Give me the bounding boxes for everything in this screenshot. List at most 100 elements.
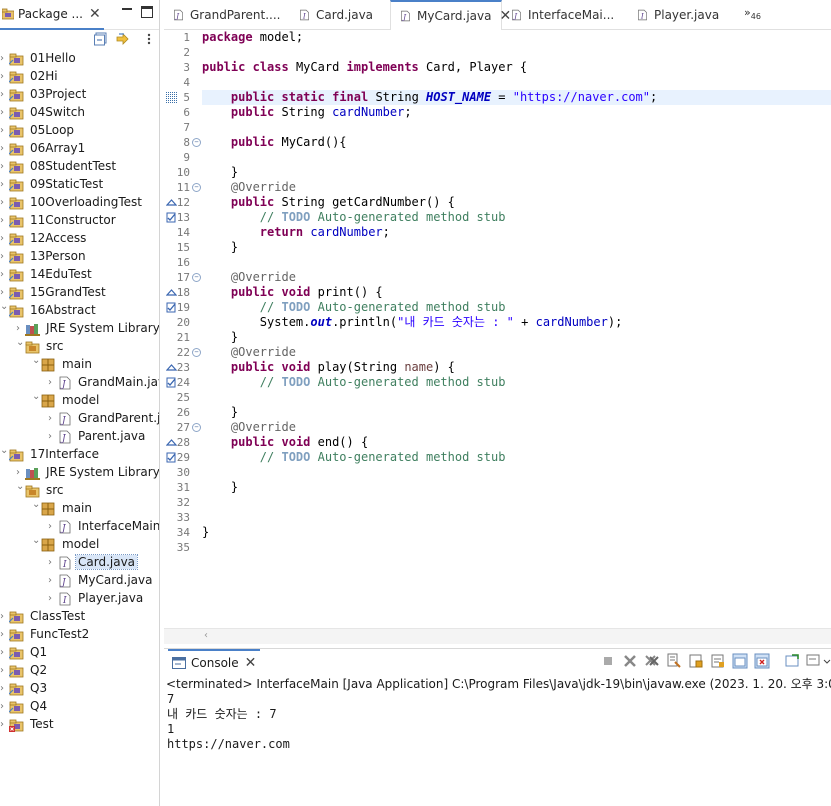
scroll-lock-icon[interactable] (688, 653, 704, 669)
code-line[interactable]: } (202, 240, 831, 255)
code-line[interactable]: } (202, 480, 831, 495)
chevron-right-icon[interactable]: › (0, 234, 8, 244)
chevron-right-icon[interactable]: › (0, 288, 8, 298)
chevron-right-icon[interactable]: › (0, 198, 8, 208)
terminate-icon[interactable] (600, 653, 616, 669)
code-line[interactable] (202, 510, 831, 525)
code-line[interactable]: @Override (202, 345, 831, 360)
chevron-down-icon[interactable]: ⌄ (32, 356, 40, 366)
tree-item-14edutest[interactable]: › 14EduTest (0, 266, 159, 284)
word-wrap-icon[interactable] (710, 653, 726, 669)
editor-horizontal-scrollbar[interactable]: ‹ (164, 628, 831, 644)
tree-item-grandmain-java[interactable]: ›J GrandMain.java (0, 374, 159, 392)
chevron-right-icon[interactable]: › (0, 666, 8, 676)
code-line[interactable]: // TODO Auto-generated method stub (202, 450, 831, 465)
code-line[interactable]: public String getCardNumber() { (202, 195, 831, 210)
chevron-right-icon[interactable]: › (0, 108, 8, 118)
tree-item-03project[interactable]: › 03Project (0, 86, 159, 104)
override-marker-icon[interactable] (166, 287, 177, 298)
chevron-right-icon[interactable]: › (48, 414, 56, 424)
code-line[interactable]: // TODO Auto-generated method stub (202, 375, 831, 390)
code-line[interactable]: } (202, 330, 831, 345)
chevron-right-icon[interactable]: › (0, 702, 8, 712)
task-marker-icon[interactable] (166, 452, 177, 463)
code-line[interactable] (202, 495, 831, 510)
tree-item-10overloadingtest[interactable]: › 10OverloadingTest (0, 194, 159, 212)
tree-item-main[interactable]: ⌄ main (0, 356, 159, 374)
chevron-down-icon[interactable]: ⌄ (32, 536, 40, 546)
chevron-right-icon[interactable]: › (16, 324, 24, 334)
task-marker-icon[interactable] (166, 377, 177, 388)
tree-item-functest2[interactable]: › FuncTest2 (0, 626, 159, 644)
display-console-icon[interactable] (806, 653, 822, 669)
tree-item-model[interactable]: ⌄ model (0, 392, 159, 410)
chevron-right-icon[interactable]: › (48, 594, 56, 604)
chevron-right-icon[interactable]: › (0, 90, 8, 100)
code-line[interactable] (202, 150, 831, 165)
chevron-right-icon[interactable]: › (48, 576, 56, 586)
tree-item-q2[interactable]: › Q2 (0, 662, 159, 680)
chevron-down-icon[interactable]: ⌄ (16, 338, 24, 348)
code-line[interactable]: return cardNumber; (202, 225, 831, 240)
show-on-output-icon[interactable] (732, 653, 748, 669)
chevron-right-icon[interactable]: › (0, 612, 8, 622)
maximize-icon[interactable] (141, 6, 153, 18)
remove-all-terminated-icon[interactable] (644, 653, 660, 669)
tree-item-src[interactable]: ⌄ src (0, 482, 159, 500)
fold-toggle-icon[interactable]: − (192, 138, 201, 147)
tree-item-16abstract[interactable]: ⌄ 16Abstract (0, 302, 159, 320)
tree-item-12access[interactable]: › 12Access (0, 230, 159, 248)
link-with-editor-icon[interactable] (116, 32, 130, 46)
code-line[interactable]: @Override (202, 270, 831, 285)
code-line[interactable]: public void print() { (202, 285, 831, 300)
tree-item-q1[interactable]: › Q1 (0, 644, 159, 662)
remove-launch-icon[interactable] (622, 653, 638, 669)
code-line[interactable]: public void end() { (202, 435, 831, 450)
tree-item-mycard-java[interactable]: › J MyCard.java (0, 572, 159, 590)
tree-item-model[interactable]: ⌄ model (0, 536, 159, 554)
chevron-down-icon[interactable]: ⌄ (32, 392, 40, 402)
clear-console-icon[interactable] (666, 653, 682, 669)
editor-tab-interfacemai[interactable]: J InterfaceMai... (502, 0, 628, 30)
view-menu-icon[interactable] (142, 32, 156, 46)
code-line[interactable]: public String cardNumber; (202, 105, 831, 120)
fold-toggle-icon[interactable]: − (192, 273, 201, 282)
chevron-right-icon[interactable]: › (0, 648, 8, 658)
console-tab[interactable]: Console ✕ (168, 649, 261, 675)
package-explorer-tab[interactable]: Package ... ✕ (0, 0, 104, 30)
code-line[interactable]: public static final String HOST_NAME = "… (202, 90, 831, 105)
tree-item-05loop[interactable]: › 05Loop (0, 122, 159, 140)
tree-item-q3[interactable]: › Q3 (0, 680, 159, 698)
chevron-right-icon[interactable]: › (48, 558, 56, 568)
collapse-all-icon[interactable] (94, 32, 108, 46)
editor-tab-mycard-java[interactable]: J MyCard.java ✕ (390, 0, 511, 30)
code-line[interactable] (202, 390, 831, 405)
chevron-right-icon[interactable]: › (0, 630, 8, 640)
close-icon[interactable]: ✕ (245, 656, 257, 670)
chevron-right-icon[interactable]: › (0, 54, 8, 64)
show-on-error-icon[interactable] (754, 653, 770, 669)
editor-tab-card-java[interactable]: I Card.java (290, 0, 390, 30)
chevron-right-icon[interactable]: › (0, 180, 8, 190)
tree-item-grandparent-jav[interactable]: ›J GrandParent.jav (0, 410, 159, 428)
tree-item-04switch[interactable]: › 04Switch (0, 104, 159, 122)
chevron-down-icon[interactable]: ⌄ (0, 302, 8, 312)
tree-item-15grandtest[interactable]: › 15GrandTest (0, 284, 159, 302)
code-line[interactable] (202, 45, 831, 60)
tree-item-classtest[interactable]: › ClassTest (0, 608, 159, 626)
code-line[interactable]: } (202, 165, 831, 180)
code-line[interactable]: package model; (202, 30, 831, 45)
code-line[interactable] (202, 540, 831, 555)
tree-item-player-java[interactable]: › I Player.java (0, 590, 159, 608)
tree-item-test[interactable]: › Test (0, 716, 159, 734)
code-line[interactable]: } (202, 405, 831, 420)
task-marker-icon[interactable] (166, 302, 177, 313)
chevron-right-icon[interactable]: › (0, 162, 8, 172)
console-output[interactable]: 7내 카드 숫자는 : 7 1 https://naver.com (167, 692, 831, 806)
editor-tab-grandparent[interactable]: J GrandParent.... (164, 0, 290, 30)
tab-overflow-button[interactable]: »46 (744, 6, 761, 21)
tree-item-06array1[interactable]: › 06Array1 (0, 140, 159, 158)
chevron-right-icon[interactable]: › (0, 72, 8, 82)
override-marker-icon[interactable] (166, 437, 177, 448)
tree-item-interfacemain-j[interactable]: › J InterfaceMain.j (0, 518, 159, 536)
